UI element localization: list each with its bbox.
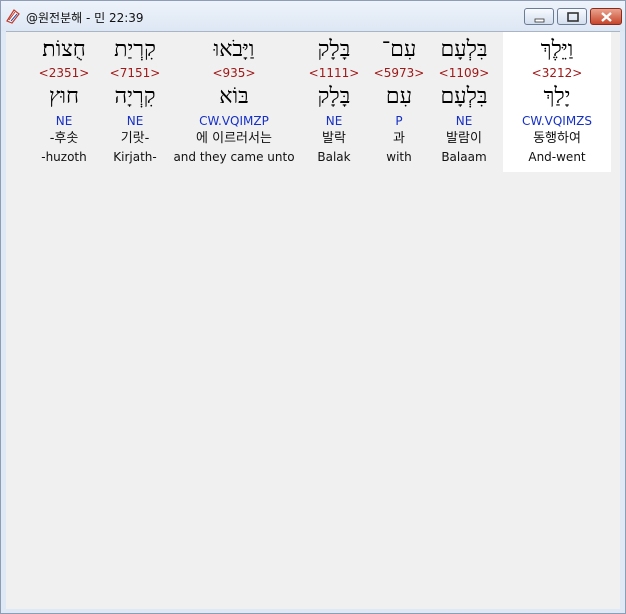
word-column-5[interactable]: וַיָּבֹאוּ <935> בּוֹא CW.VQIMZP 에 이르러서는… xyxy=(170,32,298,172)
hebrew-word[interactable]: קִרְיַת xyxy=(104,37,166,63)
parse-code: NE xyxy=(126,114,144,128)
app-logo-icon xyxy=(5,8,21,24)
hebrew-word[interactable]: וַיֵּלֶךְ xyxy=(503,37,611,63)
english-gloss: Balak xyxy=(317,150,351,164)
english-gloss: with xyxy=(386,150,412,164)
parse-code: NE xyxy=(325,114,343,128)
minimize-icon xyxy=(534,18,545,23)
korean-gloss: 발락 xyxy=(322,131,346,146)
word-column-3[interactable]: עִם־ <5973> עִם P 과 with xyxy=(369,32,429,172)
strong-number[interactable]: <2351> xyxy=(32,66,96,80)
strong-number[interactable]: <7151> xyxy=(104,66,166,80)
english-gloss: Kirjath- xyxy=(113,150,157,164)
lemma: בּוֹא xyxy=(219,84,249,109)
minimize-button[interactable] xyxy=(524,8,554,25)
english-gloss: -huzoth xyxy=(41,150,87,164)
hebrew-word[interactable]: בָּלָק xyxy=(301,37,367,63)
close-icon xyxy=(601,12,612,22)
maximize-icon xyxy=(567,12,579,22)
lemma: עִם xyxy=(385,84,413,109)
hebrew-word[interactable]: וַיָּבֹאוּ xyxy=(170,37,298,63)
korean-gloss: 발람이 xyxy=(446,131,482,146)
strong-number[interactable]: <5973> xyxy=(369,66,429,80)
lemma: בָּלָק xyxy=(317,84,351,109)
lemma: בִּלְעָם xyxy=(440,84,488,109)
title-bar[interactable]: @원전분해 - 민 22:39 xyxy=(1,1,625,31)
lemma: יָלַךְ xyxy=(543,84,571,109)
hebrew-word[interactable]: עִם־ xyxy=(369,37,429,63)
strong-number[interactable]: <1111> xyxy=(301,66,367,80)
korean-gloss: 과 xyxy=(393,131,405,146)
word-column-7[interactable]: חֻצוֹת׃ <2351> חוּץ NE -후솟 -huzoth xyxy=(32,32,96,172)
strong-number[interactable]: <3212> xyxy=(503,66,611,80)
maximize-button[interactable] xyxy=(557,8,587,25)
strong-number[interactable]: <1109> xyxy=(429,66,499,80)
app-window: @원전분해 - 민 22:39 וַיֵּלֶךְ <3212> יָלַךְ … xyxy=(0,0,626,614)
hebrew-word[interactable]: בִּלְעָם xyxy=(429,37,499,63)
interlinear-panel: וַיֵּלֶךְ <3212> יָלַךְ CW.VQIMZS 동행하여 A… xyxy=(6,31,620,609)
close-button[interactable] xyxy=(590,8,622,25)
word-column-4[interactable]: בָּלָק <1111> בָּלָק NE 발락 Balak xyxy=(301,32,367,172)
english-gloss: Balaam xyxy=(441,150,487,164)
strong-number[interactable]: <935> xyxy=(170,66,298,80)
english-gloss: And-went xyxy=(528,150,586,164)
word-column-6[interactable]: קִרְיַת <7151> קִרְיָה NE 기랏- Kirjath- xyxy=(104,32,166,172)
word-column-2[interactable]: בִּלְעָם <1109> בִּלְעָם NE 발람이 Balaam xyxy=(429,32,499,172)
word-row: וַיֵּלֶךְ <3212> יָלַךְ CW.VQIMZS 동행하여 A… xyxy=(6,32,620,182)
window-title: @원전분해 - 민 22:39 xyxy=(26,11,144,25)
english-gloss: and they came unto xyxy=(173,150,295,164)
korean-gloss: 동행하여 xyxy=(533,131,581,146)
parse-code: CW.VQIMZS xyxy=(521,114,593,128)
korean-gloss: 기랏- xyxy=(120,131,150,146)
parse-code: CW.VQIMZP xyxy=(199,114,269,128)
korean-gloss: 에 이르러서는 xyxy=(196,131,272,146)
parse-code: NE xyxy=(455,114,473,128)
lemma: קִרְיָה xyxy=(114,84,156,109)
korean-gloss: -후솟 xyxy=(49,131,79,146)
parse-code: NE xyxy=(55,114,73,128)
hebrew-word[interactable]: חֻצוֹת׃ xyxy=(32,37,96,63)
lemma: חוּץ xyxy=(48,84,80,109)
parse-code: P xyxy=(395,114,403,128)
word-column-1[interactable]: וַיֵּלֶךְ <3212> יָלַךְ CW.VQIMZS 동행하여 A… xyxy=(503,32,611,172)
